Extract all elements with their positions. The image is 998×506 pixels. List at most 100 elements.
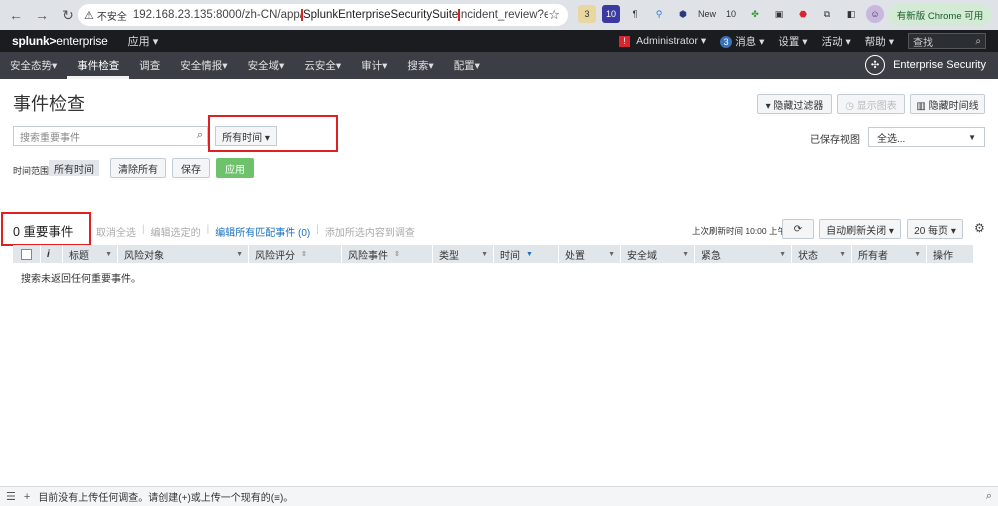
back-icon[interactable]: ← (6, 5, 26, 25)
col-risk-events-label: 风险事件 (348, 250, 388, 262)
user-menu-label: Administrator ▾ (636, 35, 707, 47)
clover-extension-icon[interactable]: ✤ (746, 5, 764, 23)
select-all-checkbox-cell[interactable] (13, 245, 41, 263)
plus-icon[interactable]: + (24, 491, 30, 503)
sort-icon: ▼ (236, 250, 243, 258)
shield-extension-icon[interactable]: ⬢ (674, 5, 692, 23)
extension-badge: 10 (605, 9, 616, 19)
side-panel-icon[interactable]: ◧ (842, 5, 860, 23)
url-suffix: incident_review?earliest=0&l... (458, 9, 548, 21)
col-risk-events[interactable]: 风险事件 ⇳ (342, 245, 433, 263)
search-placeholder: 搜索重要事件 (20, 132, 80, 144)
col-risk-object[interactable]: 风险对象 ▼ (118, 245, 249, 263)
insecure-badge[interactable]: ⚠ 不安全 (84, 8, 127, 23)
col-title-label: 标题 (69, 250, 89, 262)
url-text[interactable]: 192.168.23.135:8000/zh-CN/app/SplunkEnte… (133, 9, 548, 21)
nav-investigations[interactable]: 调查 (129, 52, 170, 79)
col-risk-score[interactable]: 风险评分 ⇳ (249, 245, 342, 263)
nav-cloud-security[interactable]: 云安全▾ (294, 52, 351, 79)
apply-button[interactable]: 应用 (216, 158, 254, 178)
time-range-dropdown[interactable]: 所有时间 ▾ (215, 126, 277, 146)
separator: | (206, 224, 210, 235)
forward-icon[interactable]: → (32, 5, 52, 25)
col-risk-object-label: 风险对象 (124, 250, 164, 262)
col-urgency-label: 紧急 (701, 250, 721, 262)
col-owner[interactable]: 所有者 ▼ (852, 245, 927, 263)
logo-sub: enterprise (56, 34, 108, 48)
edit-selected-link[interactable]: 编辑选定的 (151, 224, 201, 239)
edit-all-matching-link[interactable]: 编辑所有匹配事件 (0) (215, 224, 310, 239)
chrome-update-button[interactable]: 有新版 Chrome 可用 (888, 4, 992, 26)
user-menu[interactable]: ! Administrator ▾ (619, 35, 706, 47)
refresh-button[interactable]: ⟳ (782, 219, 814, 239)
puzzle-icon[interactable]: ⧉ (818, 5, 836, 23)
last-refresh-label: 上次刷新时间 10:00 上午 (692, 226, 786, 236)
nav-security-intelligence[interactable]: 安全情报▾ (170, 52, 237, 79)
help-menu[interactable]: 帮助 ▾ (865, 34, 894, 49)
time-range-label: 时间范围: (13, 166, 52, 176)
nav-security-posture[interactable]: 安全态势▾ (0, 52, 67, 79)
reload-icon[interactable]: ↻ (58, 5, 78, 25)
nav-configure[interactable]: 配置▾ (444, 52, 490, 79)
extension-icon[interactable]: 3 (578, 5, 596, 23)
address-bar[interactable]: ⚠ 不安全 192.168.23.135:8000/zh-CN/app/Splu… (78, 4, 568, 26)
messages-menu[interactable]: 3 消息 ▾ (720, 34, 764, 49)
deselect-all-link[interactable]: 取消全选 (96, 224, 136, 239)
apps-menu[interactable]: 应用 ▾ (128, 33, 159, 49)
new-extension-icon[interactable]: New (698, 5, 716, 23)
clear-all-button[interactable]: 清除所有 (110, 158, 166, 178)
bulk-actions: 取消全选 | 编辑选定的 | 编辑所有匹配事件 (0) | 添加所选内容到调查 (96, 224, 415, 239)
nav-audit[interactable]: 审计▾ (351, 52, 397, 79)
header-search-label: 查找 (913, 37, 933, 49)
extension-icon[interactable]: 10 (602, 5, 620, 23)
nav-search[interactable]: 搜索▾ (397, 52, 443, 79)
header-search-input[interactable]: 查找 ⌕ (908, 33, 986, 49)
zoom-icon[interactable]: ⌕ (986, 490, 992, 503)
col-disposition-label: 处置 (565, 250, 585, 262)
col-urgency[interactable]: 紧急 ▼ (695, 245, 792, 263)
insecure-label: 不安全 (96, 11, 127, 23)
per-page-dropdown[interactable]: 20 每页 ▾ (907, 219, 963, 239)
col-time-label: 时间 (500, 250, 520, 262)
nav-incident-review[interactable]: 事件检查 (67, 52, 130, 79)
col-status[interactable]: 状态 ▼ (792, 245, 852, 263)
col-disposition[interactable]: 处置 ▼ (559, 245, 621, 263)
sort-icon: ▼ (682, 250, 689, 258)
activity-menu[interactable]: 活动 ▾ (822, 34, 851, 49)
select-all-checkbox[interactable] (21, 248, 32, 260)
bookmark-star-icon[interactable]: ☆ (548, 7, 560, 23)
page-title: 事件检查 (13, 94, 85, 114)
adblock-extension-icon[interactable]: ⬣ (794, 5, 812, 23)
col-time[interactable]: 时间 ▼ (494, 245, 559, 263)
col-security-domain[interactable]: 安全域 ▼ (621, 245, 695, 263)
sort-icon: ▼ (105, 250, 112, 258)
saved-views-select[interactable]: 全选... ▼ (868, 127, 985, 147)
hide-filters-button[interactable]: ▾ 隐藏过滤器 (757, 94, 832, 114)
col-type[interactable]: 类型 ▼ (433, 245, 494, 263)
col-info: i (41, 245, 63, 263)
extension-icon[interactable]: 10 (722, 5, 740, 23)
save-button[interactable]: 保存 (172, 158, 210, 178)
show-chart-button[interactable]: ◷ 显示图表 (837, 94, 905, 114)
col-title[interactable]: 标题 ▼ (63, 245, 118, 263)
pin-extension-icon[interactable]: ⚲ (650, 5, 668, 23)
add-to-investigation-link[interactable]: 添加所选内容到调查 (325, 224, 415, 239)
search-icon: ⌕ (975, 35, 981, 47)
paragraph-extension-icon[interactable]: ¶ (626, 5, 644, 23)
logo-main: splunk> (12, 34, 57, 48)
splunk-logo[interactable]: splunk>enterprise (12, 34, 108, 48)
empty-results-message: 搜索未返回任何重要事件。 (21, 274, 141, 285)
col-risk-score-label: 风险评分 (255, 250, 295, 262)
extension-badge: New (698, 9, 717, 19)
col-actions: 操作 (933, 250, 953, 262)
auto-refresh-dropdown[interactable]: 自动刷新关闭 ▾ (819, 219, 901, 239)
gear-icon[interactable]: ⚙ (974, 221, 985, 235)
profile-avatar-icon[interactable]: ☺ (866, 5, 884, 23)
settings-menu[interactable]: 设置 ▾ (778, 34, 807, 49)
game-extension-icon[interactable]: ▣ (770, 5, 788, 23)
splunk-header: splunk>enterprise 应用 ▾ ! Administrator ▾ … (0, 30, 998, 52)
list-icon[interactable]: ☰ (6, 490, 16, 503)
hide-timeline-button[interactable]: ▥ 隐藏时间线 (910, 94, 985, 114)
nav-security-domains[interactable]: 安全域▾ (238, 52, 295, 79)
notable-search-input[interactable]: 搜索重要事件 ⌕ (13, 126, 208, 146)
